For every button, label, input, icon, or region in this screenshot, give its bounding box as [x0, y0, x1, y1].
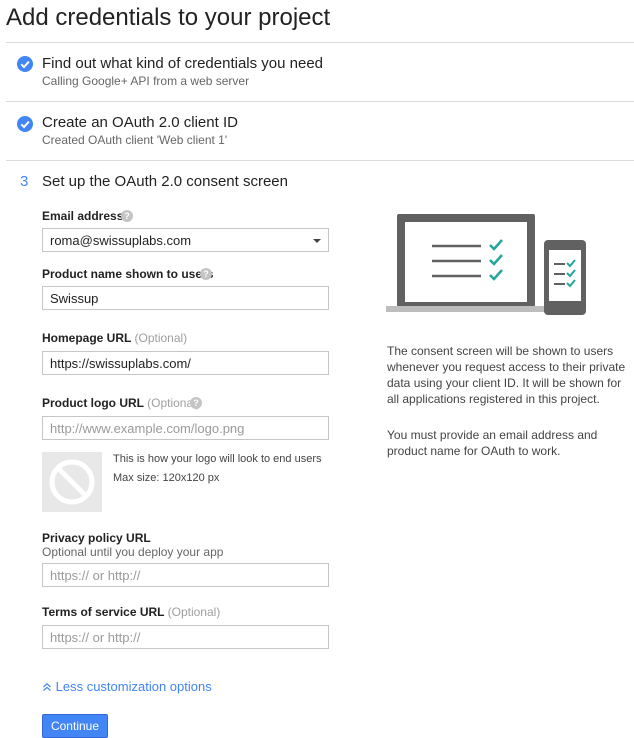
- laptop-phone-checklist-illustration: [386, 214, 586, 315]
- step-1[interactable]: Find out what kind of credentials you ne…: [0, 43, 634, 101]
- homepage-url-label-text: Homepage URL: [42, 331, 132, 345]
- terms-url-label: Terms of service URL (Optional): [42, 605, 220, 619]
- logo-max-size: Max size: 120x120 px: [113, 472, 220, 484]
- logo-preview: [42, 452, 102, 512]
- product-name-label: Product name shown to users: [42, 267, 214, 281]
- optional-tag: (Optional): [134, 331, 188, 345]
- homepage-url-field[interactable]: [42, 351, 329, 375]
- step-subtitle: Calling Google+ API from a web server: [42, 74, 250, 88]
- help-icon[interactable]: ?: [190, 397, 202, 409]
- email-label: Email address: [42, 209, 124, 223]
- step-title: Find out what kind of credentials you ne…: [42, 55, 324, 72]
- help-icon[interactable]: ?: [121, 210, 133, 222]
- dropdown-arrow-icon: [313, 239, 321, 243]
- double-chevron-up-icon: [43, 682, 51, 692]
- less-options-link[interactable]: Less customization options: [42, 679, 212, 694]
- step-2[interactable]: Create an OAuth 2.0 client ID Created OA…: [0, 102, 634, 160]
- step-number: 3: [20, 173, 29, 190]
- logo-preview-text: This is how your logo will look to end u…: [113, 453, 322, 465]
- step-subtitle: Created OAuth client 'Web client 1': [42, 133, 228, 147]
- logo-url-label-text: Product logo URL: [42, 396, 144, 410]
- email-select[interactable]: roma@swissuplabs.com: [42, 228, 329, 252]
- privacy-url-hint: Optional until you deploy your app: [42, 545, 224, 559]
- logo-url-label: Product logo URL (Optional): [42, 396, 200, 410]
- privacy-url-label: Privacy policy URL: [42, 531, 151, 545]
- homepage-url-label: Homepage URL (Optional): [42, 331, 187, 345]
- continue-button[interactable]: Continue: [42, 714, 108, 738]
- terms-url-label-text: Terms of service URL: [42, 605, 165, 619]
- email-select-value: roma@swissuplabs.com: [50, 233, 192, 248]
- no-image-icon: [49, 459, 95, 505]
- product-name-field[interactable]: [42, 286, 329, 310]
- divider: [6, 160, 634, 161]
- info-paragraph: You must provide an email address and pr…: [387, 428, 598, 458]
- check-circle-icon: [17, 56, 33, 72]
- optional-tag: (Optional): [167, 605, 221, 619]
- help-icon[interactable]: ?: [200, 268, 212, 280]
- check-circle-icon: [17, 116, 33, 132]
- logo-url-field[interactable]: [42, 416, 329, 440]
- step-title: Create an OAuth 2.0 client ID: [42, 114, 238, 131]
- info-paragraph: The consent screen will be shown to user…: [387, 344, 626, 406]
- privacy-url-field[interactable]: [42, 563, 329, 587]
- step-title: Set up the OAuth 2.0 consent screen: [42, 173, 288, 190]
- terms-url-field[interactable]: [42, 625, 329, 649]
- less-options-label: Less customization options: [55, 679, 212, 694]
- page-title: Add credentials to your project: [6, 4, 331, 31]
